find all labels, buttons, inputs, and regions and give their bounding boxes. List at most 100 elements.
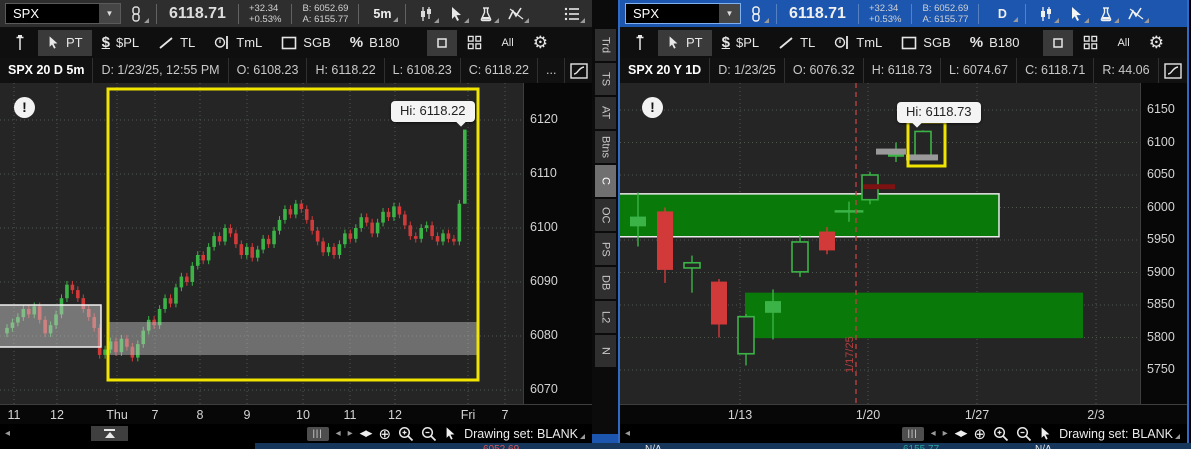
step-right-icon[interactable]: ▸ — [943, 428, 948, 439]
divider — [237, 3, 239, 24]
link-icon — [132, 5, 140, 22]
zoom-out-icon[interactable] — [1016, 426, 1032, 442]
cursor-icon — [1071, 6, 1081, 21]
grid-view-button[interactable] — [458, 30, 491, 56]
symbol-dropdown-button[interactable]: ▼ — [719, 4, 740, 23]
expand-lower-panel-button[interactable] — [91, 426, 129, 441]
pointer-mode-icon[interactable] — [1039, 426, 1052, 441]
timeframe-button[interactable]: D — [984, 3, 1020, 24]
sidebar-tab-at[interactable]: AT — [595, 97, 616, 129]
step-left-icon[interactable]: ◂ — [931, 428, 936, 439]
studies-button[interactable] — [471, 2, 501, 25]
settings-button[interactable]: ⚙ — [524, 30, 557, 56]
tool-timeline[interactable]: TmL — [205, 30, 271, 56]
left-time-axis[interactable]: 11 12 Thu 7 8 9 10 11 12 Fri 7 — [0, 404, 592, 424]
pin-toolbar-button[interactable] — [3, 30, 37, 56]
sidebar-tab-btns[interactable]: Btns — [595, 131, 616, 163]
left-price-axis[interactable]: 6120 6110 6100 6090 6080 6070 — [523, 83, 592, 404]
alert-icon[interactable]: ! — [642, 97, 663, 118]
sidebar-tab-oc[interactable]: OC — [595, 199, 616, 231]
link-charts-button[interactable] — [121, 2, 151, 25]
chart-style-button[interactable] — [411, 2, 441, 25]
chart-style-button[interactable] — [1031, 2, 1061, 25]
divider — [1025, 3, 1027, 24]
single-view-button[interactable] — [427, 29, 458, 56]
pointer-mode-icon[interactable] — [444, 426, 457, 441]
alert-icon[interactable]: ! — [14, 97, 35, 118]
style-settings-button[interactable] — [1157, 58, 1187, 83]
sidebar-tab-db[interactable]: DB — [595, 267, 616, 299]
left-plot[interactable]: ! Hi: 6118.22 — [0, 83, 523, 404]
patterns-button[interactable] — [1121, 2, 1151, 25]
style-settings-button[interactable] — [564, 58, 592, 83]
sidebar-tab-l2[interactable]: L2 — [595, 301, 616, 333]
cursor-tool-button[interactable] — [1061, 2, 1091, 25]
small-square-icon — [1053, 37, 1064, 48]
tool-b180[interactable]: % B180 — [341, 30, 409, 56]
grid-view-button[interactable] — [1074, 30, 1107, 56]
tool-sgb[interactable]: SGB — [892, 30, 959, 56]
scroll-left-icon[interactable]: ◂ — [625, 428, 630, 439]
sidebar-tab-c[interactable]: C — [595, 165, 616, 197]
sidebar-tab-ts[interactable]: TS — [595, 63, 616, 95]
right-price-axis[interactable]: 6150 6100 6050 6000 5950 5900 5850 5800 5750 — [1140, 83, 1187, 404]
tool-profit-loss[interactable]: $ $PL — [713, 30, 768, 56]
tool-sgb[interactable]: SGB — [272, 30, 339, 56]
sidebar-tab-trd[interactable]: Trd — [595, 29, 616, 61]
candle-body — [441, 233, 445, 242]
pan-icon[interactable]: ◀▶ — [955, 428, 968, 439]
tool-timeline[interactable]: TmL — [825, 30, 891, 56]
patterns-button[interactable] — [501, 2, 531, 25]
crosshair-icon[interactable]: ⊕ — [378, 425, 391, 443]
step-right-icon[interactable]: ▸ — [348, 428, 353, 439]
single-view-button[interactable] — [1043, 29, 1074, 56]
pin-toolbar-button[interactable] — [623, 30, 657, 56]
tool-trendline[interactable]: TL — [149, 30, 204, 56]
sidebar-tab-n[interactable]: N — [595, 335, 616, 367]
scrollbar-grip[interactable]: ||| — [306, 426, 329, 441]
settings-button[interactable]: ⚙ — [1140, 30, 1173, 56]
divider — [978, 3, 980, 24]
timeframe-button[interactable]: 5m — [364, 3, 400, 24]
chart-menu-button[interactable] — [557, 2, 587, 25]
all-button[interactable]: All — [1108, 30, 1138, 56]
candle-body — [463, 129, 467, 204]
cursor-tool-button[interactable] — [441, 2, 471, 25]
tool-b180[interactable]: % B180 — [961, 30, 1029, 56]
expand-icon-arrow — [104, 432, 115, 438]
tool-pointer[interactable]: PT — [658, 29, 712, 56]
symbol-input[interactable]: SPX ▼ — [5, 3, 121, 24]
drawing-set-selector[interactable]: Drawing set: BLANK — [464, 427, 587, 441]
right-plot[interactable]: 1/17/25 ! Hi: 6118.73 — [620, 83, 1140, 404]
scroll-left-icon[interactable]: ◂ — [5, 428, 10, 439]
right-time-axis[interactable]: 1/13 1/20 1/27 2/3 — [620, 404, 1187, 424]
tool-trendline[interactable]: TL — [769, 30, 824, 56]
drawing-set-label: Drawing set: BLANK — [1059, 426, 1173, 441]
drawing-set-selector[interactable]: Drawing set: BLANK — [1059, 427, 1182, 441]
crosshair-icon[interactable]: ⊕ — [973, 425, 986, 443]
scrollbar-grip[interactable]: ||| — [901, 426, 924, 441]
last-price: 6118.71 — [169, 4, 226, 22]
all-button[interactable]: All — [492, 30, 522, 56]
time-tick-label: 7 — [151, 408, 159, 422]
left-chart-canvas[interactable] — [0, 83, 523, 404]
right-chart-canvas[interactable]: 1/17/25 — [620, 83, 1140, 404]
zoom-in-icon[interactable] — [993, 426, 1009, 442]
candle-body — [190, 265, 195, 282]
zoom-out-icon[interactable] — [421, 426, 437, 442]
studies-button[interactable] — [1091, 2, 1121, 25]
symbol-value[interactable]: SPX — [626, 4, 719, 23]
link-charts-button[interactable] — [741, 2, 771, 25]
pan-icon[interactable]: ◀▶ — [360, 428, 373, 439]
price-tick-label: 6110 — [530, 166, 557, 180]
symbol-value[interactable]: SPX — [6, 4, 99, 23]
gray-zone-band — [108, 322, 478, 355]
zoom-in-icon[interactable] — [398, 426, 414, 442]
step-left-icon[interactable]: ◂ — [336, 428, 341, 439]
symbol-dropdown-button[interactable]: ▼ — [99, 4, 120, 23]
tool-profit-loss[interactable]: $ $PL — [93, 30, 148, 56]
sidebar-tab-ps[interactable]: PS — [595, 233, 616, 265]
status-more[interactable]: ... — [538, 58, 564, 83]
symbol-input[interactable]: SPX ▼ — [625, 3, 741, 24]
tool-pointer[interactable]: PT — [38, 29, 92, 56]
